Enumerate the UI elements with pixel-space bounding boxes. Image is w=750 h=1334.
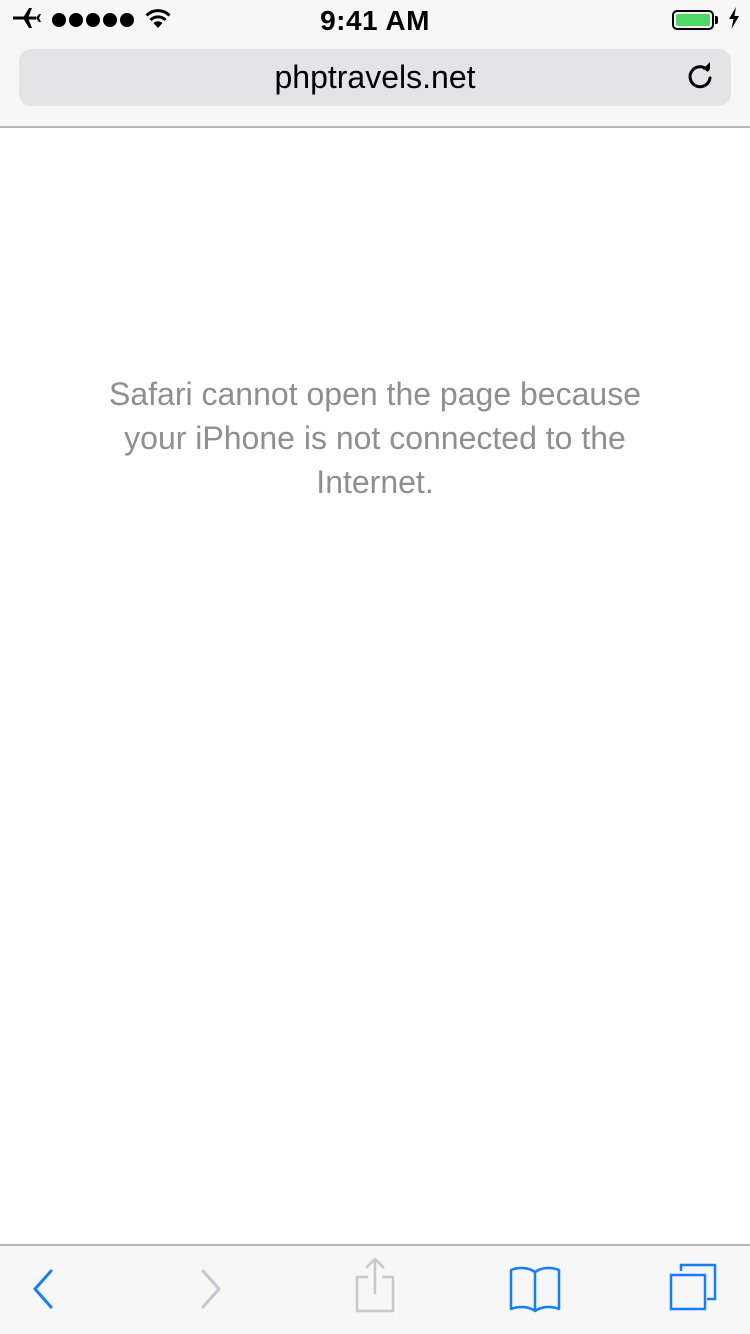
error-message: Safari cannot open the page because your… bbox=[109, 376, 641, 500]
reload-button[interactable] bbox=[681, 59, 719, 97]
charging-bolt-icon bbox=[728, 6, 740, 34]
tabs-icon bbox=[667, 1261, 719, 1318]
bottom-toolbar bbox=[0, 1244, 750, 1334]
forward-button[interactable] bbox=[181, 1264, 241, 1318]
status-time: 9:41 AM bbox=[320, 5, 430, 36]
bookmarks-button[interactable] bbox=[505, 1264, 565, 1318]
status-bar: 9:41 AM bbox=[0, 0, 750, 40]
status-right bbox=[672, 6, 740, 34]
book-icon bbox=[508, 1265, 562, 1318]
safari-screen: 9:41 AM phptravels.net Safari cannot ope… bbox=[0, 0, 750, 1334]
address-bar[interactable]: phptravels.net bbox=[19, 49, 731, 106]
share-icon bbox=[355, 1257, 395, 1318]
url-text[interactable]: phptravels.net bbox=[19, 59, 731, 96]
battery-icon bbox=[672, 10, 714, 30]
share-button[interactable] bbox=[345, 1257, 405, 1314]
battery-level bbox=[676, 14, 710, 26]
top-chrome: 9:41 AM phptravels.net bbox=[0, 0, 750, 128]
back-button[interactable] bbox=[13, 1264, 73, 1318]
chevron-left-icon bbox=[31, 1268, 55, 1315]
chevron-right-icon bbox=[199, 1268, 223, 1315]
tabs-button[interactable] bbox=[663, 1262, 723, 1316]
battery-tip bbox=[715, 16, 718, 24]
reload-icon bbox=[685, 61, 715, 96]
